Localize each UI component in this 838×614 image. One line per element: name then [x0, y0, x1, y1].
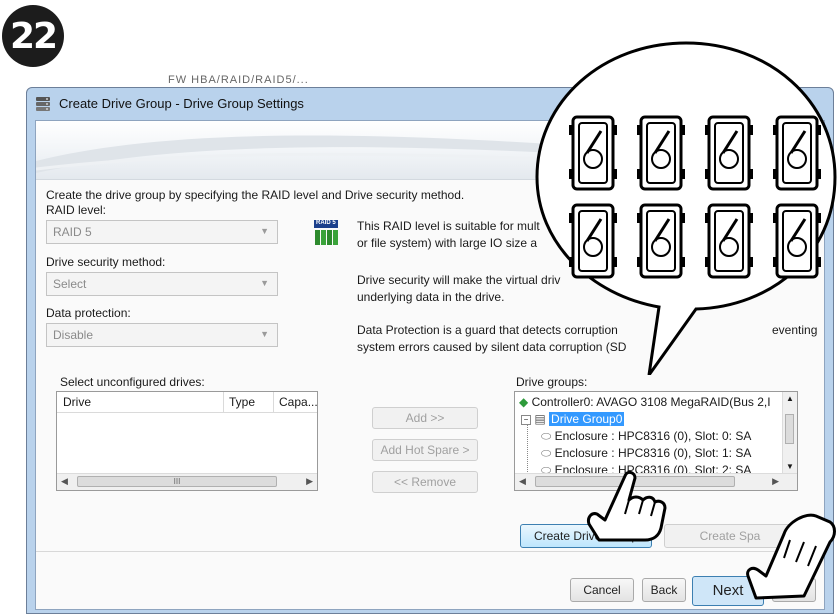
hard-drive-icon	[773, 115, 821, 191]
horizontal-scrollbar[interactable]: ◀ III ▶	[57, 473, 317, 490]
raid-level-label: RAID level:	[46, 203, 107, 217]
drive-group-icon: ▤	[534, 412, 546, 426]
table-header: Drive Type Capa...	[57, 392, 318, 413]
add-hot-spare-button[interactable]: Add Hot Spare >	[372, 439, 478, 461]
raid-level-dropdown[interactable]: RAID 5 ▼	[46, 220, 278, 244]
hard-drive-icon	[569, 115, 617, 191]
scroll-down-icon[interactable]: ▼	[786, 462, 794, 471]
raid-level-value: RAID 5	[53, 225, 92, 239]
raid5-icon: RAID 5	[314, 220, 338, 246]
chevron-down-icon: ▼	[260, 226, 269, 236]
column-header-type[interactable]: Type	[229, 395, 255, 409]
data-protection-dropdown[interactable]: Disable ▼	[46, 323, 278, 347]
data-protection-value: Disable	[53, 328, 94, 342]
background-window-text: FW HBA/RAID/RAID5/...	[168, 74, 309, 86]
vertical-scrollbar[interactable]: ▲ ▼	[782, 392, 797, 474]
controller-icon: ◆	[519, 395, 529, 409]
security-desc-line-2: underlying data in the drive.	[357, 290, 505, 304]
pointing-hand-icon	[746, 513, 836, 600]
drive-stack-icon	[36, 97, 50, 111]
unconfigured-drives-label: Select unconfigured drives:	[60, 375, 205, 389]
banner-swoosh-graphic	[36, 135, 596, 173]
hard-drive-icon	[637, 115, 685, 191]
data-protection-label: Data protection:	[46, 306, 131, 320]
hard-drive-icon	[637, 203, 685, 279]
security-method-dropdown[interactable]: Select ▼	[46, 272, 278, 296]
column-header-capacity[interactable]: Capa...	[279, 395, 318, 409]
security-method-label: Drive security method:	[46, 255, 166, 269]
disk-icon: ⬭	[541, 446, 552, 460]
column-header-drive[interactable]: Drive	[63, 395, 91, 409]
scroll-left-icon[interactable]: ◀	[519, 476, 526, 487]
scroll-right-icon[interactable]: ▶	[306, 476, 313, 487]
security-description: Drive security will make the virtual dri…	[357, 272, 560, 306]
chevron-down-icon: ▼	[260, 329, 269, 339]
hard-drive-icon	[773, 203, 821, 279]
step-number-badge: 22	[2, 5, 64, 67]
vertical-scroll-thumb[interactable]	[785, 414, 794, 444]
pointing-hand-icon	[587, 470, 667, 542]
scroll-right-icon[interactable]: ▶	[772, 476, 779, 487]
enclosure-item[interactable]: ⬭ Enclosure : HPC8316 (0), Slot: 1: SA	[541, 446, 751, 461]
drive-group-label: Drive Group0	[549, 412, 625, 426]
drive-group-node[interactable]: − ▤ Drive Group0	[521, 412, 625, 426]
enclosure-label: Enclosure : HPC8316 (0), Slot: 0: SA	[554, 429, 752, 443]
scroll-up-icon[interactable]: ▲	[786, 394, 794, 403]
back-button[interactable]: Back	[642, 578, 686, 602]
scroll-thumb[interactable]: III	[77, 476, 277, 487]
unconfigured-drives-table[interactable]: Drive Type Capa... ◀ III ▶	[56, 391, 318, 491]
hard-drive-icon	[705, 115, 753, 191]
controller-node[interactable]: ◆ Controller0: AVAGO 3108 MegaRAID(Bus 2…	[519, 395, 771, 409]
remove-button[interactable]: << Remove	[372, 471, 478, 493]
chevron-down-icon: ▼	[260, 278, 269, 288]
raid-level-description: This RAID level is suitable for mult or …	[357, 218, 540, 252]
enclosure-label: Enclosure : HPC8316 (0), Slot: 1: SA	[554, 446, 752, 460]
security-desc-line-1: Drive security will make the virtual dri…	[357, 273, 561, 287]
hard-drive-icon	[705, 203, 753, 279]
hard-drive-icon	[569, 203, 617, 279]
drive-groups-label: Drive groups:	[516, 375, 588, 389]
intro-text: Create the drive group by specifying the…	[46, 188, 465, 202]
magnifier-callout	[535, 41, 837, 375]
cancel-button[interactable]: Cancel	[570, 578, 634, 602]
disk-icon: ⬭	[541, 429, 552, 443]
add-button[interactable]: Add >>	[372, 407, 478, 429]
security-method-value: Select	[53, 277, 87, 291]
scroll-left-icon[interactable]: ◀	[61, 476, 68, 487]
window-title: Create Drive Group - Drive Group Setting…	[59, 96, 304, 111]
enclosure-item[interactable]: ⬭ Enclosure : HPC8316 (0), Slot: 0: SA	[541, 429, 751, 444]
controller-label: Controller0: AVAGO 3108 MegaRAID(Bus 2,I	[531, 395, 771, 409]
collapse-icon[interactable]: −	[521, 414, 531, 425]
raid-badge-text: RAID 5	[316, 220, 336, 226]
raid-desc-line-1: This RAID level is suitable for mult	[357, 219, 540, 233]
raid-desc-line-2: or file system) with large IO size a	[357, 236, 538, 250]
